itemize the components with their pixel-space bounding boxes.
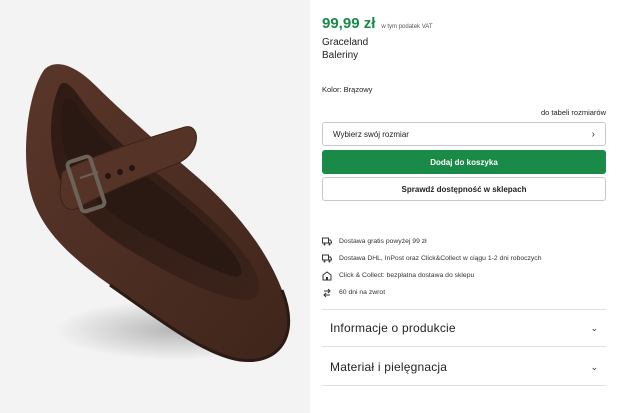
delivery-text: Click & Collect: bezpłatna dostawa do sk… bbox=[339, 272, 475, 279]
truck-icon bbox=[322, 254, 332, 264]
size-select-label: Wybierz swój rozmiar bbox=[333, 129, 409, 139]
divider bbox=[322, 385, 606, 386]
brand-name[interactable]: Graceland bbox=[322, 37, 368, 48]
chevron-right-icon: › bbox=[591, 128, 595, 140]
strap-hole bbox=[105, 173, 111, 179]
delivery-text: Dostawa DHL, InPost oraz Click&Collect w… bbox=[339, 255, 542, 262]
color-label: Kolor: Brązowy bbox=[322, 85, 373, 94]
accordion-label: Informacje o produkcie bbox=[330, 321, 456, 335]
accordion-label: Materiał i pielęgnacja bbox=[330, 360, 448, 374]
size-select[interactable]: Wybierz swój rozmiar › bbox=[322, 122, 606, 146]
check-store-availability-button[interactable]: Sprawdź dostępność w sklepach bbox=[322, 177, 606, 201]
strap-hole bbox=[117, 169, 123, 175]
product-info-panel: 99,99 zł w tym podatek VAT Graceland Bal… bbox=[322, 0, 606, 413]
delivery-item: 60 dni na zwrot bbox=[322, 284, 606, 301]
accordion-material-care[interactable]: Materiał i pielęgnacja ⌄ bbox=[322, 349, 606, 385]
add-to-cart-button[interactable]: Dodaj do koszyka bbox=[322, 150, 606, 174]
delivery-item: Dostawa DHL, InPost oraz Click&Collect w… bbox=[322, 250, 606, 267]
price-row: 99,99 zł w tym podatek VAT bbox=[322, 15, 433, 32]
delivery-text: 60 dni na zwrot bbox=[339, 289, 386, 296]
strap-hole bbox=[129, 165, 135, 171]
product-type: Baleriny bbox=[322, 50, 359, 61]
store-pickup-icon bbox=[322, 270, 332, 281]
delivery-info-list: Dostawa gratis powyżej 99 zł Dostawa DHL… bbox=[322, 233, 606, 301]
return-arrows-icon bbox=[322, 288, 332, 298]
price: 99,99 zł bbox=[322, 15, 376, 32]
delivery-item: Click & Collect: bezpłatna dostawa do sk… bbox=[322, 267, 606, 284]
accordion-product-info[interactable]: Informacje o produkcie ⌄ bbox=[322, 310, 606, 346]
shoe-illustration bbox=[25, 64, 295, 363]
truck-icon bbox=[322, 237, 332, 247]
chevron-down-icon: ⌄ bbox=[590, 322, 598, 333]
delivery-text: Dostawa gratis powyżej 99 zł bbox=[339, 238, 427, 245]
chevron-down-icon: ⌄ bbox=[590, 361, 598, 372]
divider bbox=[322, 346, 606, 347]
size-table-link[interactable]: do tabeli rozmiarów bbox=[541, 108, 606, 117]
delivery-item: Dostawa gratis powyżej 99 zł bbox=[322, 233, 606, 250]
product-image[interactable] bbox=[0, 0, 310, 413]
vat-note: w tym podatek VAT bbox=[381, 24, 433, 30]
